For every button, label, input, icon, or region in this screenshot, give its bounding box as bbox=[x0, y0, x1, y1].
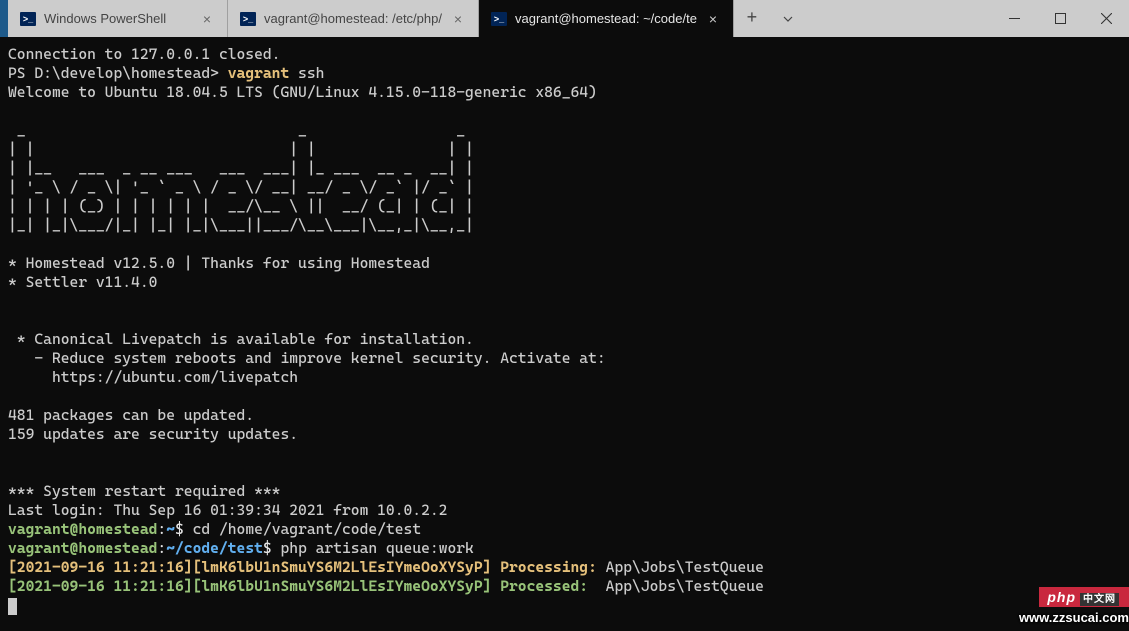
maximize-button[interactable] bbox=[1037, 0, 1083, 37]
new-tab-button[interactable]: + bbox=[734, 0, 770, 37]
term-line: PS D:\develop\homestead> vagrant ssh bbox=[8, 64, 324, 82]
ascii-art: | | | | | | bbox=[8, 140, 474, 158]
tab-label: vagrant@homestead: ~/code/te bbox=[515, 11, 697, 26]
term-line: * Canonical Livepatch is available for i… bbox=[8, 330, 474, 348]
term-line: Last login: Thu Sep 16 01:39:34 2021 fro… bbox=[8, 501, 447, 519]
queue-line: [2021-09-16 11:21:16][lmK6lbU1nSmuYS6M2L… bbox=[8, 558, 764, 576]
ascii-art: | |__ ___ _ __ ___ ___ ___| |_ ___ __ _ … bbox=[8, 159, 474, 177]
ascii-art: |_| |_|\___/|_| |_| |_|\___||___/\__\___… bbox=[8, 216, 474, 234]
left-edge-accent bbox=[0, 0, 8, 37]
tab-vagrant-code[interactable]: >_ vagrant@homestead: ~/code/te × bbox=[479, 0, 734, 37]
chevron-down-icon bbox=[782, 13, 794, 25]
maximize-icon bbox=[1055, 13, 1066, 24]
queue-line: [2021-09-16 11:21:16][lmK6lbU1nSmuYS6M2L… bbox=[8, 577, 764, 595]
terminal-output[interactable]: Connection to 127.0.0.1 closed. PS D:\de… bbox=[0, 37, 1129, 631]
tab-label: Windows PowerShell bbox=[44, 11, 191, 26]
ascii-art: _ _ _ bbox=[8, 121, 465, 139]
minimize-icon bbox=[1009, 13, 1020, 24]
term-line: 159 updates are security updates. bbox=[8, 425, 298, 443]
title-bar: >_ Windows PowerShell × >_ vagrant@homes… bbox=[0, 0, 1129, 37]
close-icon[interactable]: × bbox=[450, 11, 466, 27]
term-line: Welcome to Ubuntu 18.04.5 LTS (GNU/Linux… bbox=[8, 83, 597, 101]
term-line: 481 packages can be updated. bbox=[8, 406, 254, 424]
term-line: * Settler v11.4.0 bbox=[8, 273, 157, 291]
term-line: *** System restart required *** bbox=[8, 482, 280, 500]
powershell-icon: >_ bbox=[240, 11, 256, 27]
term-line: * Homestead v12.5.0 | Thanks for using H… bbox=[8, 254, 430, 272]
term-line: - Reduce system reboots and improve kern… bbox=[8, 349, 606, 367]
tab-label: vagrant@homestead: /etc/php/ bbox=[264, 11, 442, 26]
ascii-art: | | | | (_) | | | | | | __/\__ \ || __/ … bbox=[8, 197, 474, 215]
prompt-line: vagrant@homestead:~/code/test$ php artis… bbox=[8, 539, 474, 557]
powershell-icon: >_ bbox=[491, 11, 507, 27]
term-line: Connection to 127.0.0.1 closed. bbox=[8, 45, 280, 63]
watermark-zzsucai: www.zzsucai.com bbox=[1019, 610, 1129, 625]
cursor bbox=[8, 598, 17, 615]
tab-dropdown-button[interactable] bbox=[770, 0, 806, 37]
close-icon[interactable]: × bbox=[705, 11, 721, 27]
ascii-art: | '_ \ / _ \| '_ ` _ \ / _ \/ __| __/ _ … bbox=[8, 178, 474, 196]
minimize-button[interactable] bbox=[991, 0, 1037, 37]
prompt-line: vagrant@homestead:~$ cd /home/vagrant/co… bbox=[8, 520, 421, 538]
close-icon bbox=[1101, 13, 1112, 24]
tab-vagrant-etc[interactable]: >_ vagrant@homestead: /etc/php/ × bbox=[228, 0, 479, 37]
powershell-icon: >_ bbox=[20, 11, 36, 27]
tab-strip: >_ Windows PowerShell × >_ vagrant@homes… bbox=[8, 0, 991, 37]
term-line: https://ubuntu.com/livepatch bbox=[8, 368, 298, 386]
watermark-php: php中文网 bbox=[1039, 587, 1129, 607]
close-button[interactable] bbox=[1083, 0, 1129, 37]
window-controls bbox=[991, 0, 1129, 37]
tab-powershell[interactable]: >_ Windows PowerShell × bbox=[8, 0, 228, 37]
close-icon[interactable]: × bbox=[199, 11, 215, 27]
